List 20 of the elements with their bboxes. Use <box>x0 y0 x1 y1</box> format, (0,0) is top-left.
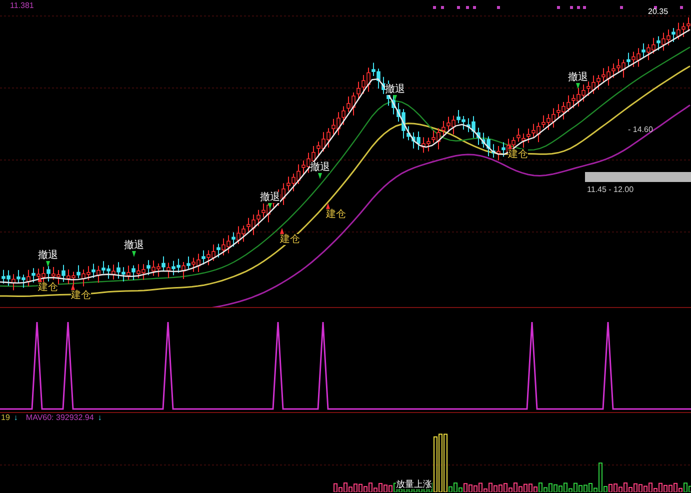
signal-label: 建仓 <box>38 282 58 293</box>
arrow-value: ↓ <box>14 413 18 423</box>
last-price: 11.381 <box>10 0 34 12</box>
signal-label: 撤退 <box>385 84 405 95</box>
signal-label: 撤退 <box>568 72 588 83</box>
signal-label: 撤退 <box>38 250 58 261</box>
signal-label: 建仓 <box>280 234 300 245</box>
volume-value: 19 <box>1 413 10 423</box>
signal-label: 撤退 <box>310 162 330 173</box>
high-price-label: 20.35 <box>648 6 668 18</box>
volume-note: 放量上涨 <box>396 479 432 489</box>
signal-label: 建仓 <box>508 149 528 160</box>
signal-label: 建仓 <box>326 209 346 220</box>
signal-label: 撤退 <box>124 240 144 251</box>
range-upper-label: - 14.60 <box>628 124 653 136</box>
signal-label: 建仓 <box>71 290 91 301</box>
mav-label: MAV60: 392932.94 <box>26 413 94 423</box>
range-lower-label: 11.45 - 12.00 <box>587 184 634 196</box>
arrow-value: ↓ <box>98 413 102 423</box>
signal-label: 撤退 <box>260 192 280 203</box>
